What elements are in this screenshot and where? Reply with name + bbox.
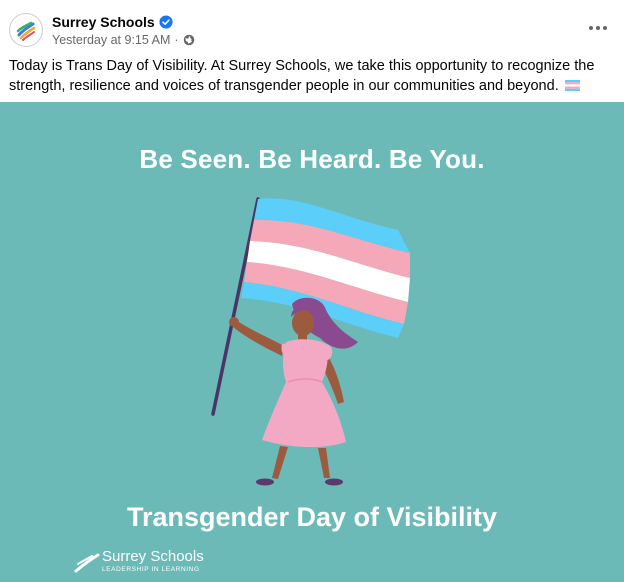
image-tagline: Transgender Day of Visibility	[126, 502, 498, 532]
surrey-schools-footer-logo: Surrey Schools LEADERSHIP IN LEARNING	[74, 549, 204, 573]
surrey-schools-logo-icon	[16, 21, 36, 41]
post-meta: Yesterday at 9:15 AM ·	[52, 33, 195, 47]
post-header: Surrey Schools Yesterday at 9:15 AM · To…	[0, 0, 624, 102]
post-text-content: Today is Trans Day of Visibility. At Sur…	[9, 58, 595, 94]
footer-logo-name: Surrey Schools	[102, 548, 204, 565]
page-name-text[interactable]: Surrey Schools	[52, 14, 155, 30]
meta-separator: ·	[174, 33, 179, 47]
page-name[interactable]: Surrey Schools	[52, 14, 173, 30]
more-options-icon	[589, 26, 593, 30]
post-timestamp[interactable]: Yesterday at 9:15 AM	[52, 33, 170, 47]
post-image[interactable]: Be Seen. Be Heard. Be You. Transgender D…	[0, 102, 624, 582]
verified-badge-icon	[159, 15, 173, 29]
page-avatar[interactable]	[9, 13, 43, 47]
more-options-button[interactable]	[586, 18, 610, 38]
globe-icon[interactable]	[183, 34, 195, 46]
trans-flag-emoji-icon	[564, 80, 580, 91]
surrey-schools-swoosh-icon	[74, 553, 100, 573]
post-text: Today is Trans Day of Visibility. At Sur…	[9, 56, 609, 96]
footer-logo-subtitle: LEADERSHIP IN LEARNING	[102, 566, 200, 573]
